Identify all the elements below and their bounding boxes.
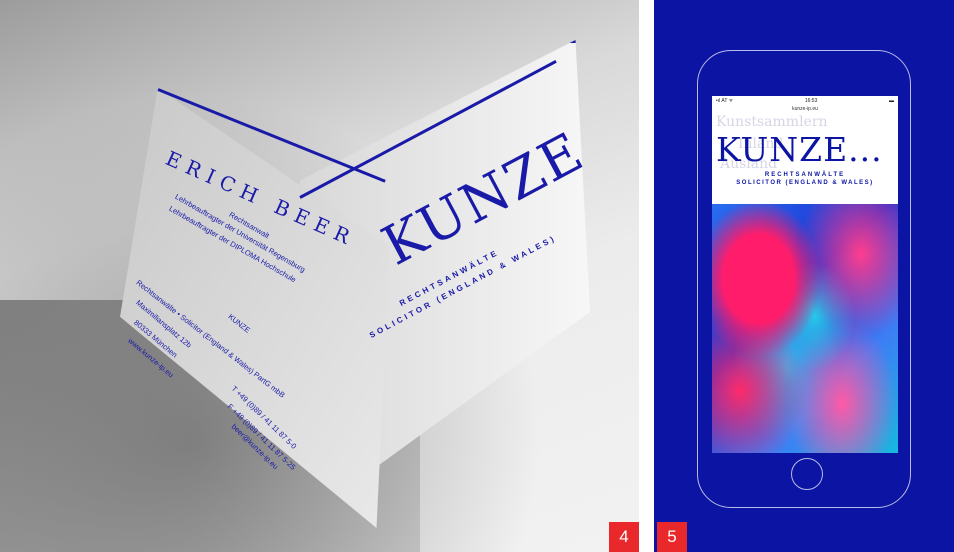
home-button <box>791 458 823 490</box>
business-card-photo: ERICH BEER Rechtsanwalt Lehrbeauftragter… <box>0 0 639 552</box>
battery-icon: ▬ <box>888 98 894 104</box>
phone-screen: •ıl AT ᯤ 16:53 ▬ kunze-ip.eu Kunstsammle… <box>712 96 898 453</box>
hero-art-image <box>712 204 898 453</box>
site-logo[interactable]: KUNZE... <box>712 130 898 169</box>
figure-label-4: 4 <box>609 522 639 552</box>
status-bar: •ıl AT ᯤ 16:53 ▬ <box>712 96 898 106</box>
signal-status: •ıl AT ᯤ <box>716 98 734 104</box>
figure-label-5: 5 <box>657 522 687 552</box>
url-bar[interactable]: kunze-ip.eu <box>712 106 898 114</box>
site-subtitle-1: RECHTSANWÄLTE <box>764 172 846 178</box>
status-time: 16:53 <box>804 98 818 104</box>
ghost-word: Kunstsammlern <box>716 114 828 130</box>
site-subtitle-2: SOLICITOR (ENGLAND & WALES) <box>736 180 874 186</box>
